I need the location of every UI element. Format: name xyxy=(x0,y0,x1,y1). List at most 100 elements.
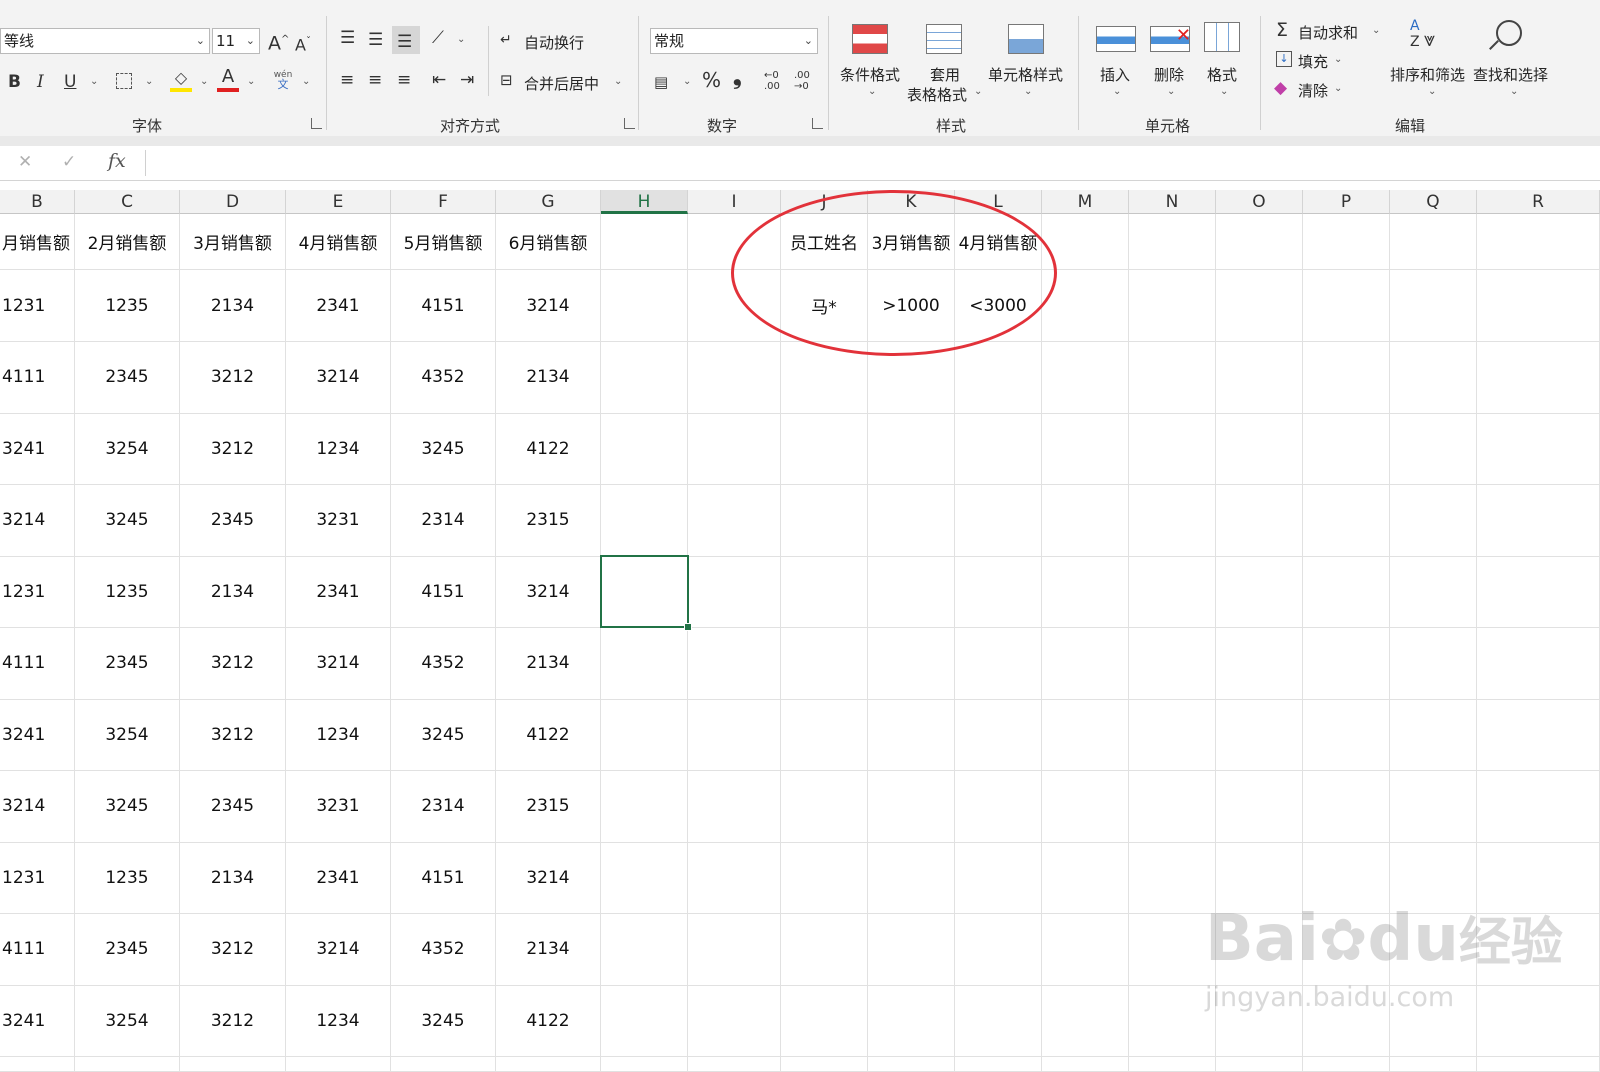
cell-k11[interactable] xyxy=(868,914,955,986)
format-as-table-line1[interactable]: 套用 xyxy=(930,64,960,85)
percent-button[interactable]: % xyxy=(702,70,721,90)
cell-o5[interactable] xyxy=(1216,485,1303,557)
cell-b6[interactable]: 1231 xyxy=(0,556,75,628)
cell-g11[interactable]: 2134 xyxy=(496,914,601,986)
cell-p9[interactable] xyxy=(1303,771,1390,843)
cell-l6[interactable] xyxy=(955,556,1042,628)
cell-q1[interactable] xyxy=(1390,214,1477,270)
cell-f11[interactable]: 4352 xyxy=(391,914,496,986)
cell-styles-button[interactable]: 单元格样式 xyxy=(988,64,1063,85)
cell-n2[interactable] xyxy=(1129,270,1216,342)
column-header-p[interactable]: P xyxy=(1303,190,1390,214)
column-header-m[interactable]: M xyxy=(1042,190,1129,214)
cell-n11[interactable] xyxy=(1129,914,1216,986)
cell-k4[interactable] xyxy=(868,413,955,485)
cell-g6[interactable]: 3214 xyxy=(496,556,601,628)
cell-b5[interactable]: 3214 xyxy=(0,485,75,557)
cell-c3[interactable]: 2345 xyxy=(75,342,180,414)
cell-k7[interactable] xyxy=(868,628,955,700)
cell-d10[interactable]: 2134 xyxy=(180,842,286,914)
cell-g4[interactable]: 4122 xyxy=(496,413,601,485)
cell-b3[interactable]: 4111 xyxy=(0,342,75,414)
cell-n7[interactable] xyxy=(1129,628,1216,700)
cell-m11[interactable] xyxy=(1042,914,1129,986)
cell-r3[interactable] xyxy=(1477,342,1600,414)
cell-b12[interactable]: 3241 xyxy=(0,985,75,1057)
cell-c13[interactable] xyxy=(75,1057,180,1072)
chevron-down-icon[interactable]: ⌄ xyxy=(868,86,876,97)
cell-l1[interactable]: 4月销售额 xyxy=(955,214,1042,270)
chevron-down-icon[interactable]: ⌄ xyxy=(457,34,465,45)
column-header-d[interactable]: D xyxy=(180,190,286,214)
column-header-o[interactable]: O xyxy=(1216,190,1303,214)
cell-k3[interactable] xyxy=(868,342,955,414)
chevron-down-icon[interactable]: ⌄ xyxy=(1334,54,1342,65)
cell-f3[interactable]: 4352 xyxy=(391,342,496,414)
cell-p5[interactable] xyxy=(1303,485,1390,557)
number-format-combo[interactable]: 常规 ⌄ xyxy=(650,28,818,54)
cell-g5[interactable]: 2315 xyxy=(496,485,601,557)
chevron-down-icon[interactable]: ⌄ xyxy=(302,76,310,87)
cell-j8[interactable] xyxy=(781,699,868,771)
cell-g10[interactable]: 3214 xyxy=(496,842,601,914)
cell-h3[interactable] xyxy=(601,342,688,414)
cell-o4[interactable] xyxy=(1216,413,1303,485)
cell-c6[interactable]: 1235 xyxy=(75,556,180,628)
cell-m6[interactable] xyxy=(1042,556,1129,628)
cell-e9[interactable]: 3231 xyxy=(286,771,391,843)
cell-j9[interactable] xyxy=(781,771,868,843)
cell-d1[interactable]: 3月销售额 xyxy=(180,214,286,270)
cell-m8[interactable] xyxy=(1042,699,1129,771)
cell-o7[interactable] xyxy=(1216,628,1303,700)
cell-p7[interactable] xyxy=(1303,628,1390,700)
cell-q7[interactable] xyxy=(1390,628,1477,700)
cell-f7[interactable]: 4352 xyxy=(391,628,496,700)
chevron-down-icon[interactable]: ⌄ xyxy=(196,29,205,53)
cell-h11[interactable] xyxy=(601,914,688,986)
cell-i6[interactable] xyxy=(688,556,781,628)
merge-center-button[interactable]: 合并后居中 xyxy=(524,73,599,94)
cell-c4[interactable]: 3254 xyxy=(75,413,180,485)
cell-g9[interactable]: 2315 xyxy=(496,771,601,843)
cell-m2[interactable] xyxy=(1042,270,1129,342)
cell-q8[interactable] xyxy=(1390,699,1477,771)
chevron-down-icon[interactable]: ⌄ xyxy=(683,76,691,87)
cell-l12[interactable] xyxy=(955,985,1042,1057)
cell-b9[interactable]: 3214 xyxy=(0,771,75,843)
cell-n1[interactable] xyxy=(1129,214,1216,270)
cell-n10[interactable] xyxy=(1129,842,1216,914)
cell-k5[interactable] xyxy=(868,485,955,557)
cell-m3[interactable] xyxy=(1042,342,1129,414)
cell-b13[interactable] xyxy=(0,1057,75,1072)
cell-j1[interactable]: 员工姓名 xyxy=(781,214,868,270)
cell-j5[interactable] xyxy=(781,485,868,557)
insert-function-icon[interactable]: fx xyxy=(108,150,126,172)
dialog-launcher-icon[interactable] xyxy=(624,118,635,129)
merge-center-icon[interactable]: ⊟ xyxy=(500,70,513,90)
cell-styles-icon[interactable] xyxy=(1008,24,1044,54)
cell-k10[interactable] xyxy=(868,842,955,914)
cell-e6[interactable]: 2341 xyxy=(286,556,391,628)
cell-h7[interactable] xyxy=(601,628,688,700)
cell-i13[interactable] xyxy=(688,1057,781,1072)
cell-d12[interactable]: 3212 xyxy=(180,985,286,1057)
conditional-format-button[interactable]: 条件格式 xyxy=(840,64,900,85)
cell-i4[interactable] xyxy=(688,413,781,485)
cell-p4[interactable] xyxy=(1303,413,1390,485)
cell-h5[interactable] xyxy=(601,485,688,557)
cell-n3[interactable] xyxy=(1129,342,1216,414)
cell-c7[interactable]: 2345 xyxy=(75,628,180,700)
cell-p2[interactable] xyxy=(1303,270,1390,342)
format-button[interactable]: 格式 xyxy=(1207,64,1237,85)
cell-o6[interactable] xyxy=(1216,556,1303,628)
clear-button[interactable]: 清除 xyxy=(1298,80,1328,101)
chevron-down-icon[interactable]: ⌄ xyxy=(246,29,255,53)
cell-d3[interactable]: 3212 xyxy=(180,342,286,414)
cell-e13[interactable] xyxy=(286,1057,391,1072)
cell-q5[interactable] xyxy=(1390,485,1477,557)
cell-r6[interactable] xyxy=(1477,556,1600,628)
cell-o13[interactable] xyxy=(1216,1057,1303,1072)
cell-e3[interactable]: 3214 xyxy=(286,342,391,414)
underline-button[interactable]: U xyxy=(64,72,76,92)
dialog-launcher-icon[interactable] xyxy=(311,118,322,129)
